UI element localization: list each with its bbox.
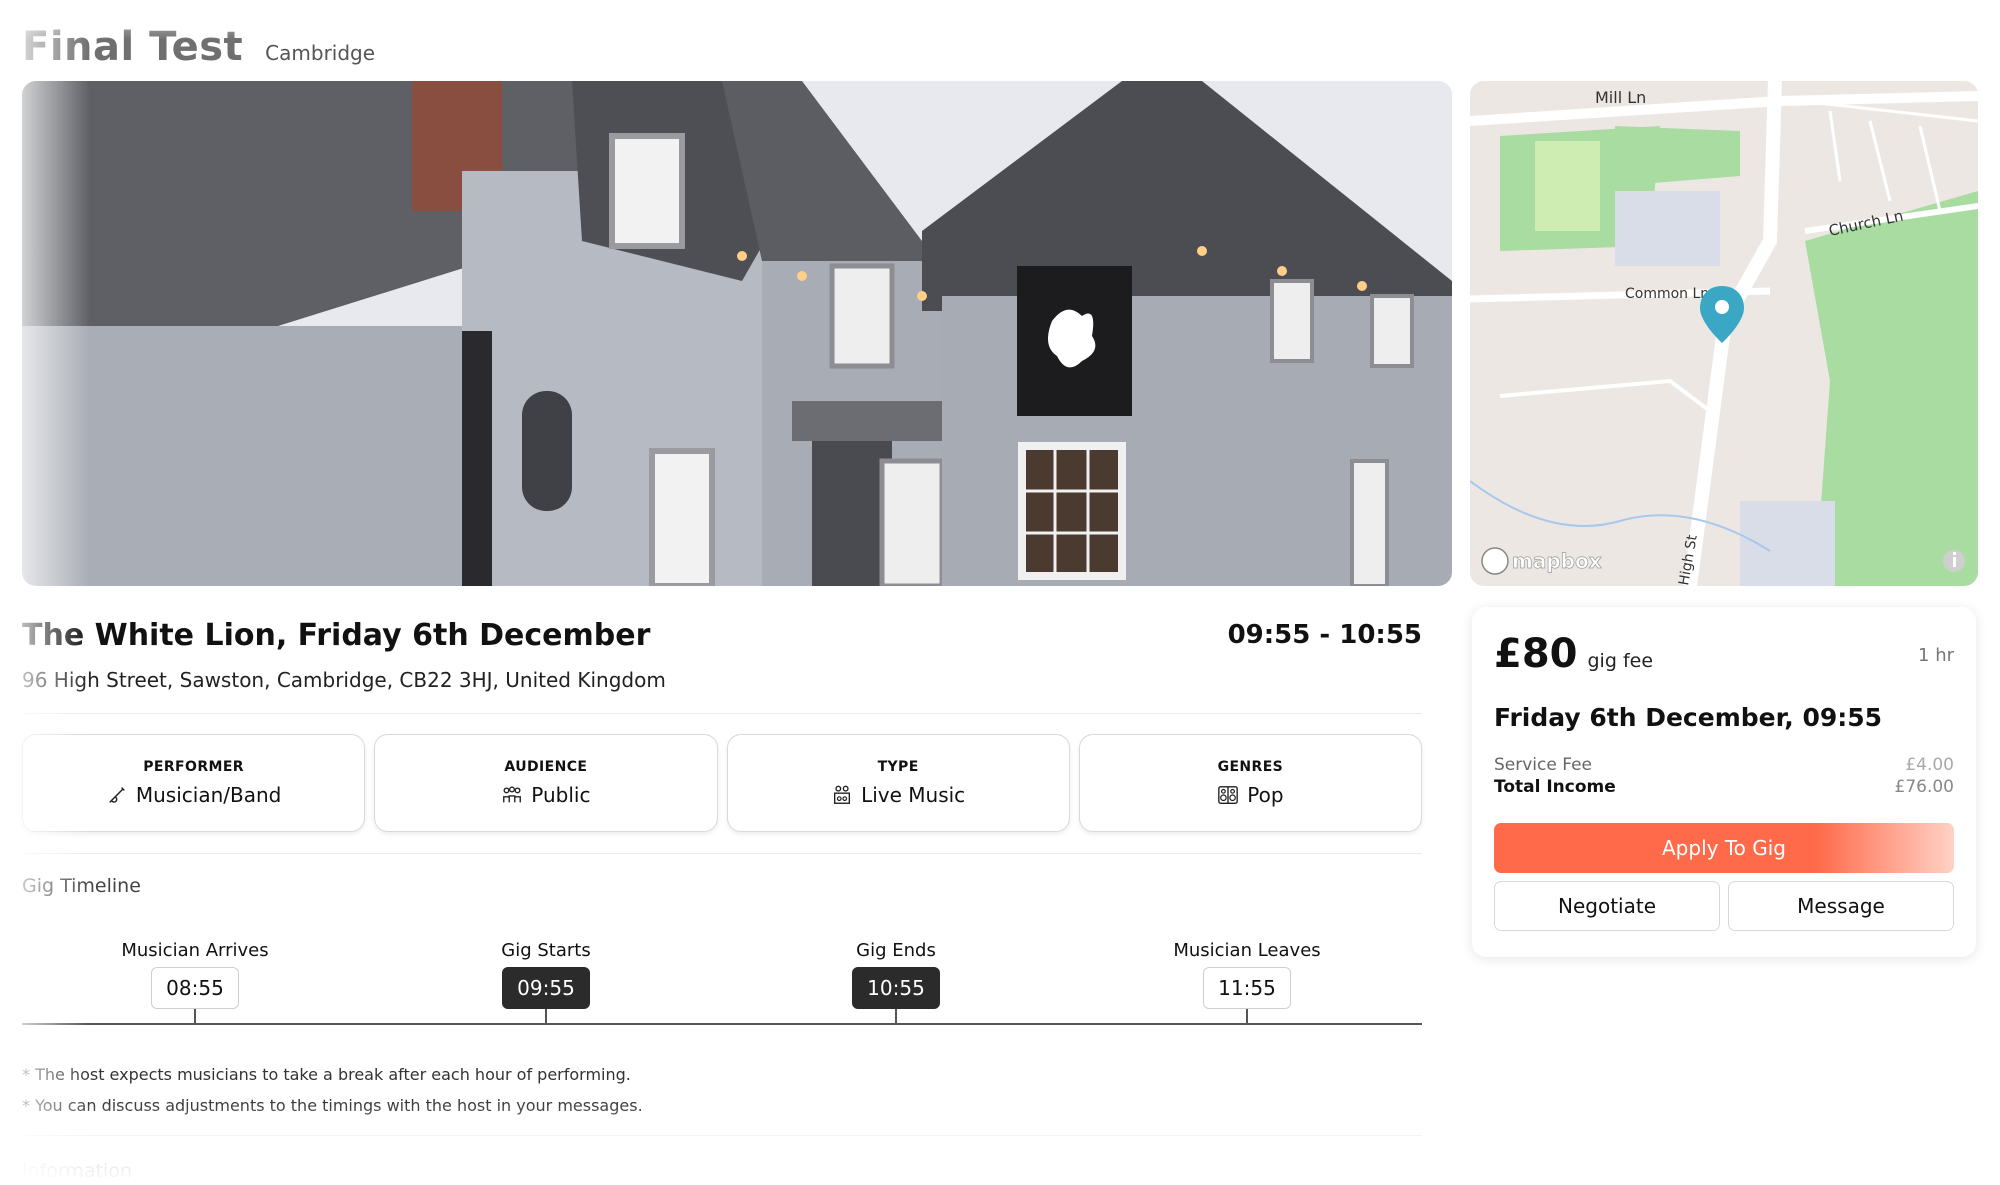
gig-address: 96 High Street, Sawston, Cambridge, CB22…: [22, 668, 666, 692]
timeline-tick: [895, 1009, 897, 1023]
timeline-label: Musician Leaves: [1173, 940, 1321, 961]
timeline-label: Gig Ends: [856, 940, 936, 961]
timeline-tick: [1246, 1009, 1248, 1023]
price-row: £80 gig fee: [1494, 631, 1653, 677]
gig-date-time: Friday 6th December, 09:55: [1494, 703, 1883, 732]
timeline-note: * You can discuss adjustments to the tim…: [22, 1096, 643, 1115]
gig-details: PERFORMER Musician/Band AUDIENCE Public …: [22, 734, 1422, 832]
speaker-icon: [1218, 786, 1239, 804]
detail-label: PERFORMER: [143, 759, 244, 775]
detail-value-row: Pop: [1217, 783, 1284, 807]
secondary-actions: Negotiate Message: [1494, 881, 1954, 931]
map-label-common-ln: Common Ln: [1625, 286, 1709, 302]
venue-photo: [22, 81, 1452, 586]
detail-label: AUDIENCE: [504, 759, 588, 775]
detail-card-audience: AUDIENCE Public: [374, 734, 718, 832]
timeline-time: 09:55: [502, 967, 590, 1009]
timeline-label: Gig Starts: [501, 940, 591, 961]
apply-to-gig-button[interactable]: Apply To Gig: [1494, 823, 1954, 873]
map-label-mill-ln: Mill Ln: [1595, 88, 1646, 107]
gig-fee-label: gig fee: [1587, 650, 1654, 672]
gig-fee-amount: £80: [1494, 631, 1578, 677]
timeline-time: 11:55: [1203, 967, 1291, 1009]
divider: [22, 1135, 1422, 1136]
detail-value: Pop: [1247, 783, 1284, 807]
timeline-tick: [545, 1009, 547, 1023]
detail-card-performer: PERFORMER Musician/Band: [22, 734, 366, 832]
service-fee-label: Service Fee: [1494, 755, 1592, 775]
timeline-heading: Gig Timeline: [22, 875, 141, 897]
total-income-row: Total Income £76.00: [1494, 777, 1954, 797]
timeline-note: * The host expects musicians to take a b…: [22, 1065, 631, 1084]
timeline-item-leaves: Musician Leaves 11:55: [1127, 940, 1367, 1023]
message-button[interactable]: Message: [1728, 881, 1954, 931]
detail-card-genres: GENRES Pop: [1078, 734, 1422, 832]
detail-value: Public: [531, 783, 591, 807]
detail-value-row: Musician/Band: [106, 783, 281, 807]
information-heading: Information: [22, 1160, 132, 1182]
page-title: Final Test: [22, 24, 244, 70]
detail-value-row: Live Music: [831, 783, 965, 807]
detail-value: Live Music: [861, 783, 966, 807]
divider: [22, 713, 1422, 714]
total-income-value: £76.00: [1894, 777, 1954, 797]
location-map[interactable]: Mill Ln Church Ln Common Ln High St mapb…: [1470, 81, 1978, 586]
timeline-axis: [22, 1023, 1422, 1025]
booking-card: £80 gig fee 1 hr Friday 6th December, 09…: [1472, 607, 1976, 957]
page-location: Cambridge: [265, 41, 376, 65]
negotiate-button[interactable]: Negotiate: [1494, 881, 1720, 931]
timeline-time: 08:55: [151, 967, 239, 1009]
map-info-icon[interactable]: [1943, 550, 1965, 572]
timeline-tick: [194, 1009, 196, 1023]
guitar-icon: [109, 787, 125, 803]
page-header: Final Test Cambridge: [22, 24, 375, 70]
detail-card-type: TYPE Live Music: [726, 734, 1070, 832]
service-fee-value: £4.00: [1905, 755, 1954, 775]
gig-duration: 1 hr: [1918, 645, 1954, 666]
timeline-item-arrives: Musician Arrives 08:55: [75, 940, 315, 1023]
detail-label: GENRES: [1217, 759, 1284, 775]
gig-time-range: 09:55 - 10:55: [1227, 620, 1422, 650]
service-fee-row: Service Fee £4.00: [1494, 755, 1954, 775]
people-icon: [503, 786, 522, 803]
divider: [22, 853, 1422, 854]
timeline-item-starts: Gig Starts 09:55: [426, 940, 666, 1023]
timeline-time: 10:55: [852, 967, 940, 1009]
mapbox-wordmark: mapbox: [1512, 549, 1602, 573]
mapbox-logo[interactable]: mapbox: [1481, 547, 1602, 575]
detail-label: TYPE: [877, 759, 919, 775]
gig-title: The White Lion, Friday 6th December: [22, 618, 651, 653]
total-income-label: Total Income: [1494, 777, 1616, 797]
musicians-icon: [834, 785, 851, 804]
detail-value-row: Public: [501, 783, 590, 807]
detail-value: Musician/Band: [135, 783, 282, 807]
gig-timeline: Musician Arrives 08:55 Gig Starts 09:55 …: [22, 940, 1422, 1030]
timeline-item-ends: Gig Ends 10:55: [776, 940, 1016, 1023]
timeline-label: Musician Arrives: [121, 940, 269, 961]
